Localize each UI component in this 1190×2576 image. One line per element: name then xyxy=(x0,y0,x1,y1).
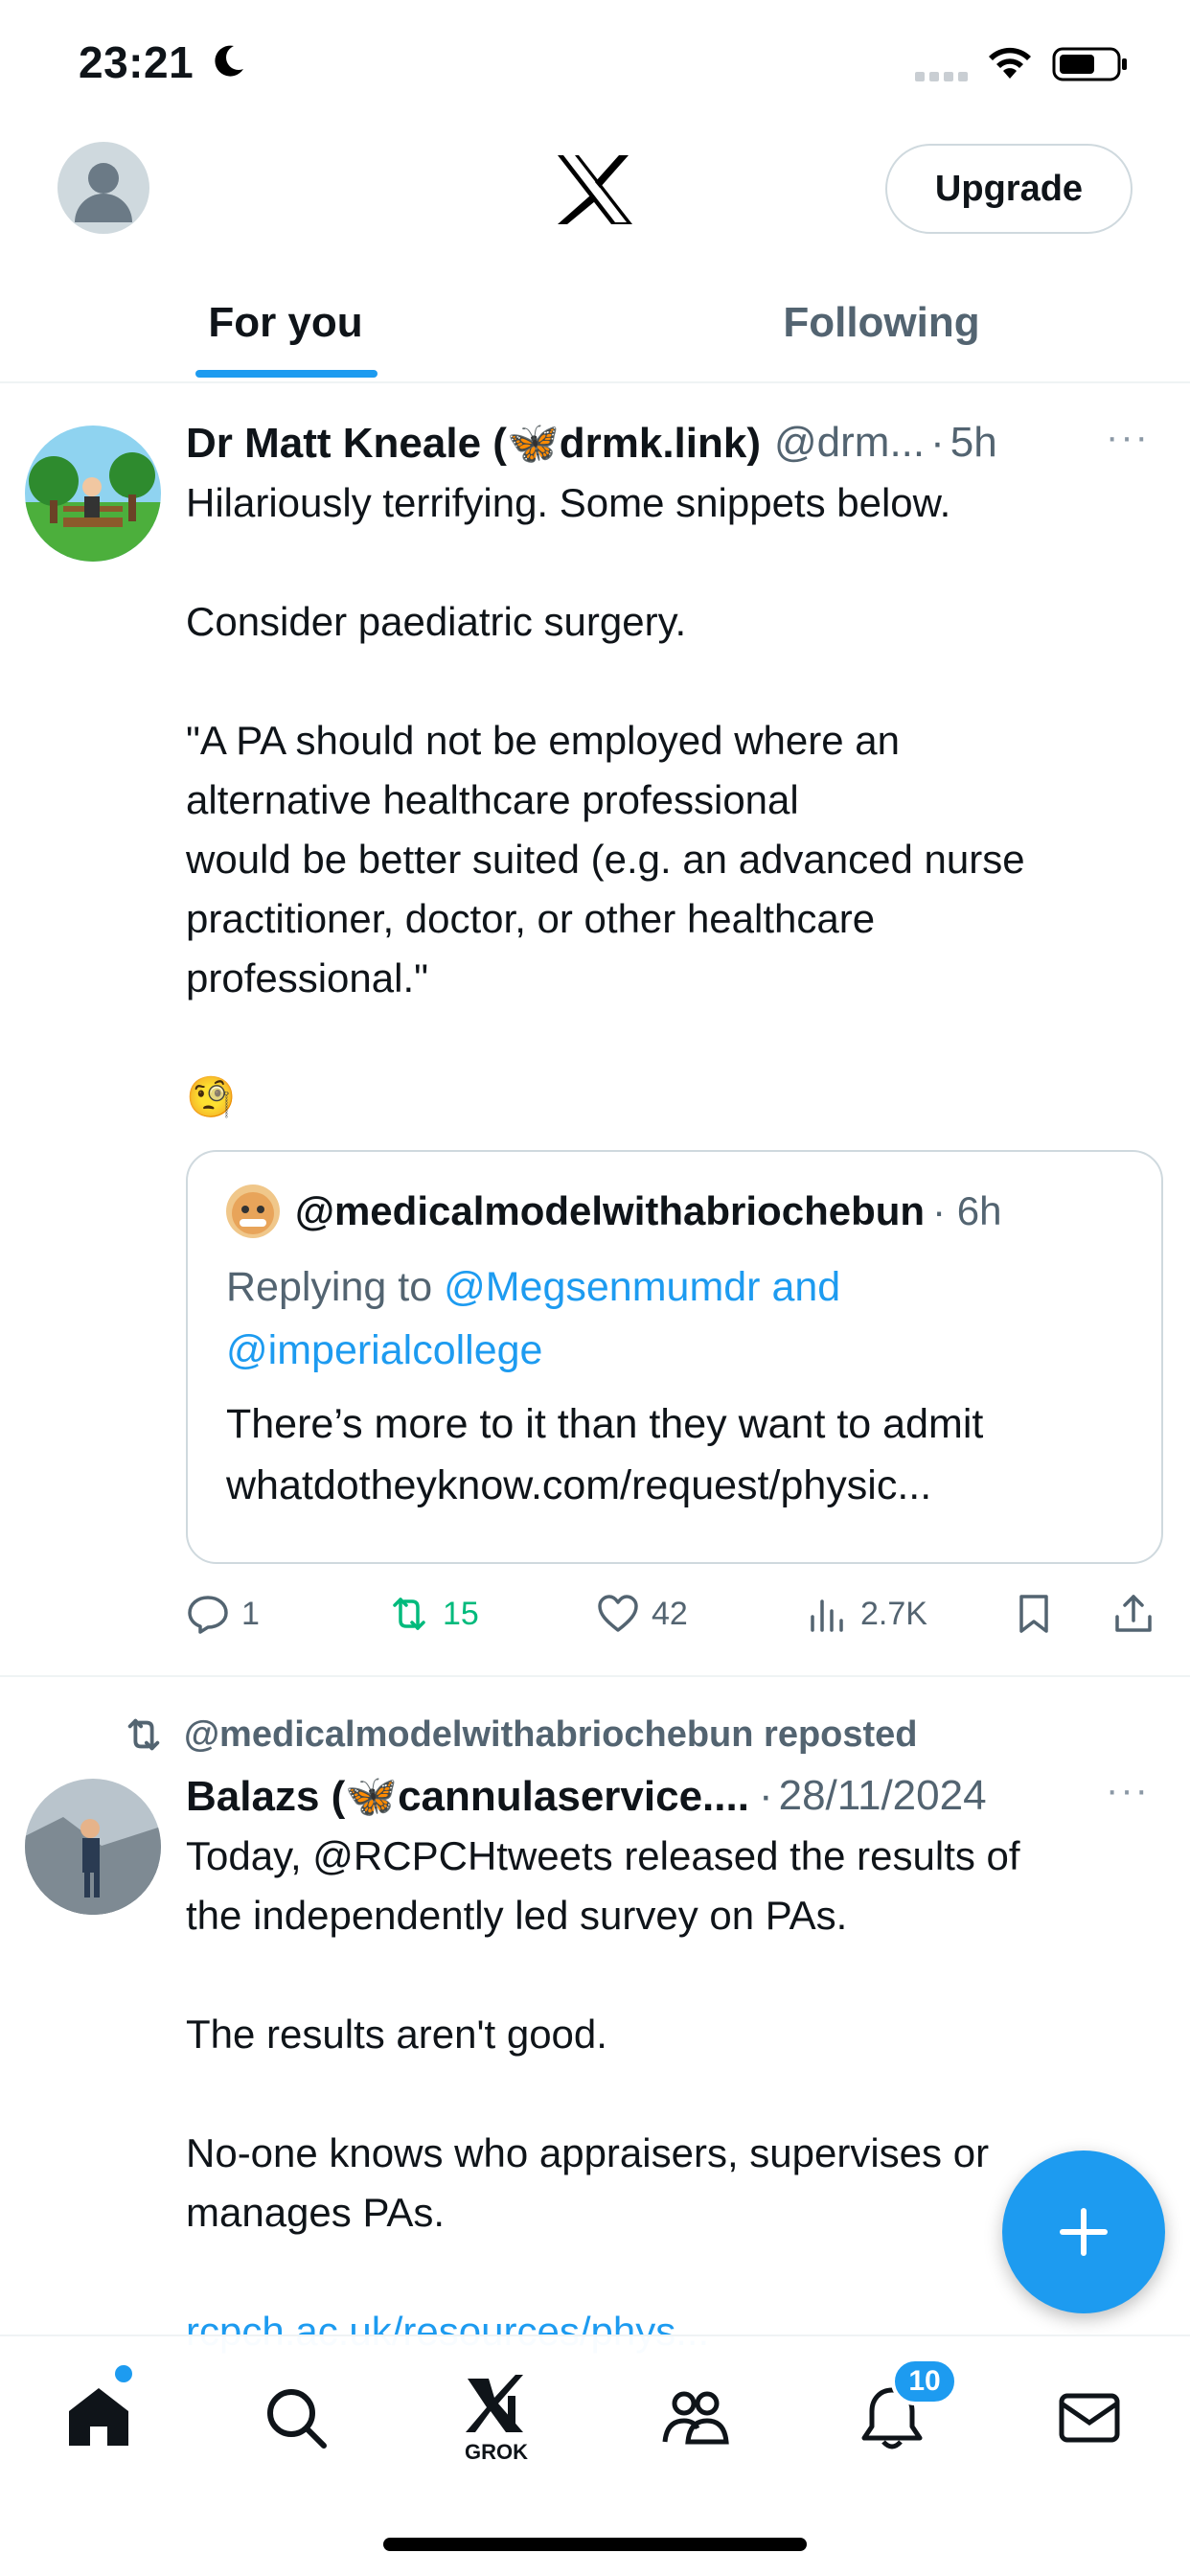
author-name[interactable]: Balazs (🦋cannulaservice.... xyxy=(186,1771,749,1821)
replying-to-link[interactable]: @Megsenmumdr and xyxy=(444,1264,840,1310)
moon-icon xyxy=(215,45,243,77)
battery-icon xyxy=(1052,47,1127,81)
share-icon xyxy=(1115,1595,1152,1632)
bookmark-icon xyxy=(1019,1595,1048,1633)
tab-following[interactable]: Following xyxy=(690,278,1073,383)
upgrade-button[interactable]: Upgrade xyxy=(885,144,1133,234)
tweet-header: Dr Matt Kneale (🦋drmk.link) @drm... · 5h xyxy=(186,412,1163,473)
tweet-text-line: Hilariously terrifying. Some snippets be… xyxy=(186,480,951,525)
more-options-icon[interactable]: ··· xyxy=(1106,1769,1150,1812)
communities-icon xyxy=(662,2391,729,2445)
tab-for-you[interactable]: For you xyxy=(96,278,475,383)
search-icon xyxy=(267,2389,327,2449)
quoted-timestamp: · 6h xyxy=(932,1188,1002,1233)
compose-post-button[interactable] xyxy=(1002,2150,1165,2313)
repost-icon xyxy=(393,1598,425,1630)
wifi-icon xyxy=(989,47,1031,79)
profile-avatar-button[interactable] xyxy=(57,142,149,234)
like-count: 42 xyxy=(652,1595,688,1632)
heart-icon xyxy=(598,1595,638,1632)
active-tab-indicator xyxy=(195,370,378,378)
status-time: 23:21 xyxy=(79,37,195,87)
more-options-icon[interactable]: ··· xyxy=(1106,416,1150,459)
tweet[interactable]: Dr Matt Kneale (🦋drmk.link) @drm... · 5h… xyxy=(0,412,1190,1673)
home-indicator xyxy=(383,2538,807,2551)
repost-icon xyxy=(127,1718,160,1751)
replying-to: Replying to @Megsenmumdr and @imperialco… xyxy=(226,1255,1123,1382)
like-button[interactable]: 42 xyxy=(596,1576,688,1652)
home-unread-dot xyxy=(115,2365,132,2382)
tweet-text-quote: "A PA should not be employed where an al… xyxy=(186,718,1025,1000)
nav-grok[interactable] xyxy=(452,2361,538,2448)
tweet-actions: 1 15 42 2.7K xyxy=(186,1576,1163,1652)
reply-button[interactable]: 1 xyxy=(186,1576,260,1652)
tweet-text-line: The results aren't good. xyxy=(186,2012,607,2057)
separator-dot: · xyxy=(930,419,945,466)
mail-icon xyxy=(1059,2393,1120,2443)
replying-prefix: Replying to xyxy=(226,1264,445,1310)
tweet-text-line: Today, @RCPCHtweets released the results… xyxy=(186,1833,1020,1938)
repost-count: 15 xyxy=(443,1595,479,1632)
separator-dot: · xyxy=(758,1772,773,1819)
repost-button[interactable]: 15 xyxy=(387,1576,479,1652)
tweet-header: Balazs (🦋cannulaservice.... · 28/11/2024 xyxy=(186,1765,1163,1827)
cellular-signal-icon xyxy=(915,69,973,86)
quoted-author-handle[interactable]: @medicalmodelwithabriochebun xyxy=(295,1188,925,1234)
tweet-author-avatar[interactable] xyxy=(25,1779,161,1915)
grok-icon xyxy=(466,2375,523,2432)
nav-communities[interactable] xyxy=(652,2375,738,2461)
share-button[interactable] xyxy=(1111,1576,1167,1652)
nav-home[interactable] xyxy=(56,2375,142,2461)
quoted-text: There’s more to it than they want to adm… xyxy=(226,1393,1123,1516)
tweet-timestamp[interactable]: 28/11/2024 xyxy=(779,1772,987,1820)
grok-label: GROK xyxy=(465,2440,528,2464)
tweet-text-line: Consider paediatric surgery. xyxy=(186,599,687,644)
nav-messages[interactable] xyxy=(1046,2375,1133,2461)
tweet-emoji: 🧐 xyxy=(186,1074,237,1119)
plus-icon xyxy=(1060,2208,1108,2256)
author-name[interactable]: Dr Matt Kneale (🦋drmk.link) xyxy=(186,418,761,468)
nav-search[interactable] xyxy=(253,2375,339,2461)
quoted-text-line: There’s more to it than they want to adm… xyxy=(226,1401,984,1447)
quoted-author-avatar xyxy=(226,1184,280,1238)
tweet-timestamp[interactable]: 5h xyxy=(950,419,997,467)
views-button[interactable]: 2.7K xyxy=(805,1576,927,1652)
bookmark-button[interactable] xyxy=(1012,1576,1067,1652)
reposted-by-text: @medicalmodelwithabriochebun reposted xyxy=(184,1714,918,1755)
timeline-tabs: For you Following xyxy=(0,278,1190,383)
tweet-divider xyxy=(0,1675,1190,1677)
default-avatar-icon xyxy=(75,163,132,222)
x-logo-icon[interactable] xyxy=(556,153,634,226)
quoted-text-line: whatdotheyknow.com/request/physic... xyxy=(226,1462,932,1508)
status-bar: 23:21 xyxy=(0,0,1190,125)
reposted-by-label[interactable]: @medicalmodelwithabriochebun reposted xyxy=(123,1706,918,1763)
view-count: 2.7K xyxy=(860,1595,927,1632)
quoted-tweet[interactable]: @medicalmodelwithabriochebun · 6h Replyi… xyxy=(186,1150,1163,1564)
notifications-badge: 10 xyxy=(891,2358,958,2405)
home-icon xyxy=(69,2388,128,2446)
reply-count: 1 xyxy=(241,1595,260,1632)
header: Upgrade For you Following xyxy=(0,125,1190,383)
replying-to-link[interactable]: @imperialcollege xyxy=(226,1327,542,1373)
reply-icon xyxy=(188,1596,228,1634)
author-handle[interactable]: @drm... xyxy=(774,419,925,467)
quoted-tweet-header: @medicalmodelwithabriochebun · 6h xyxy=(226,1181,1123,1242)
views-chart-icon xyxy=(811,1599,843,1632)
tweet-author-avatar[interactable] xyxy=(25,426,161,562)
